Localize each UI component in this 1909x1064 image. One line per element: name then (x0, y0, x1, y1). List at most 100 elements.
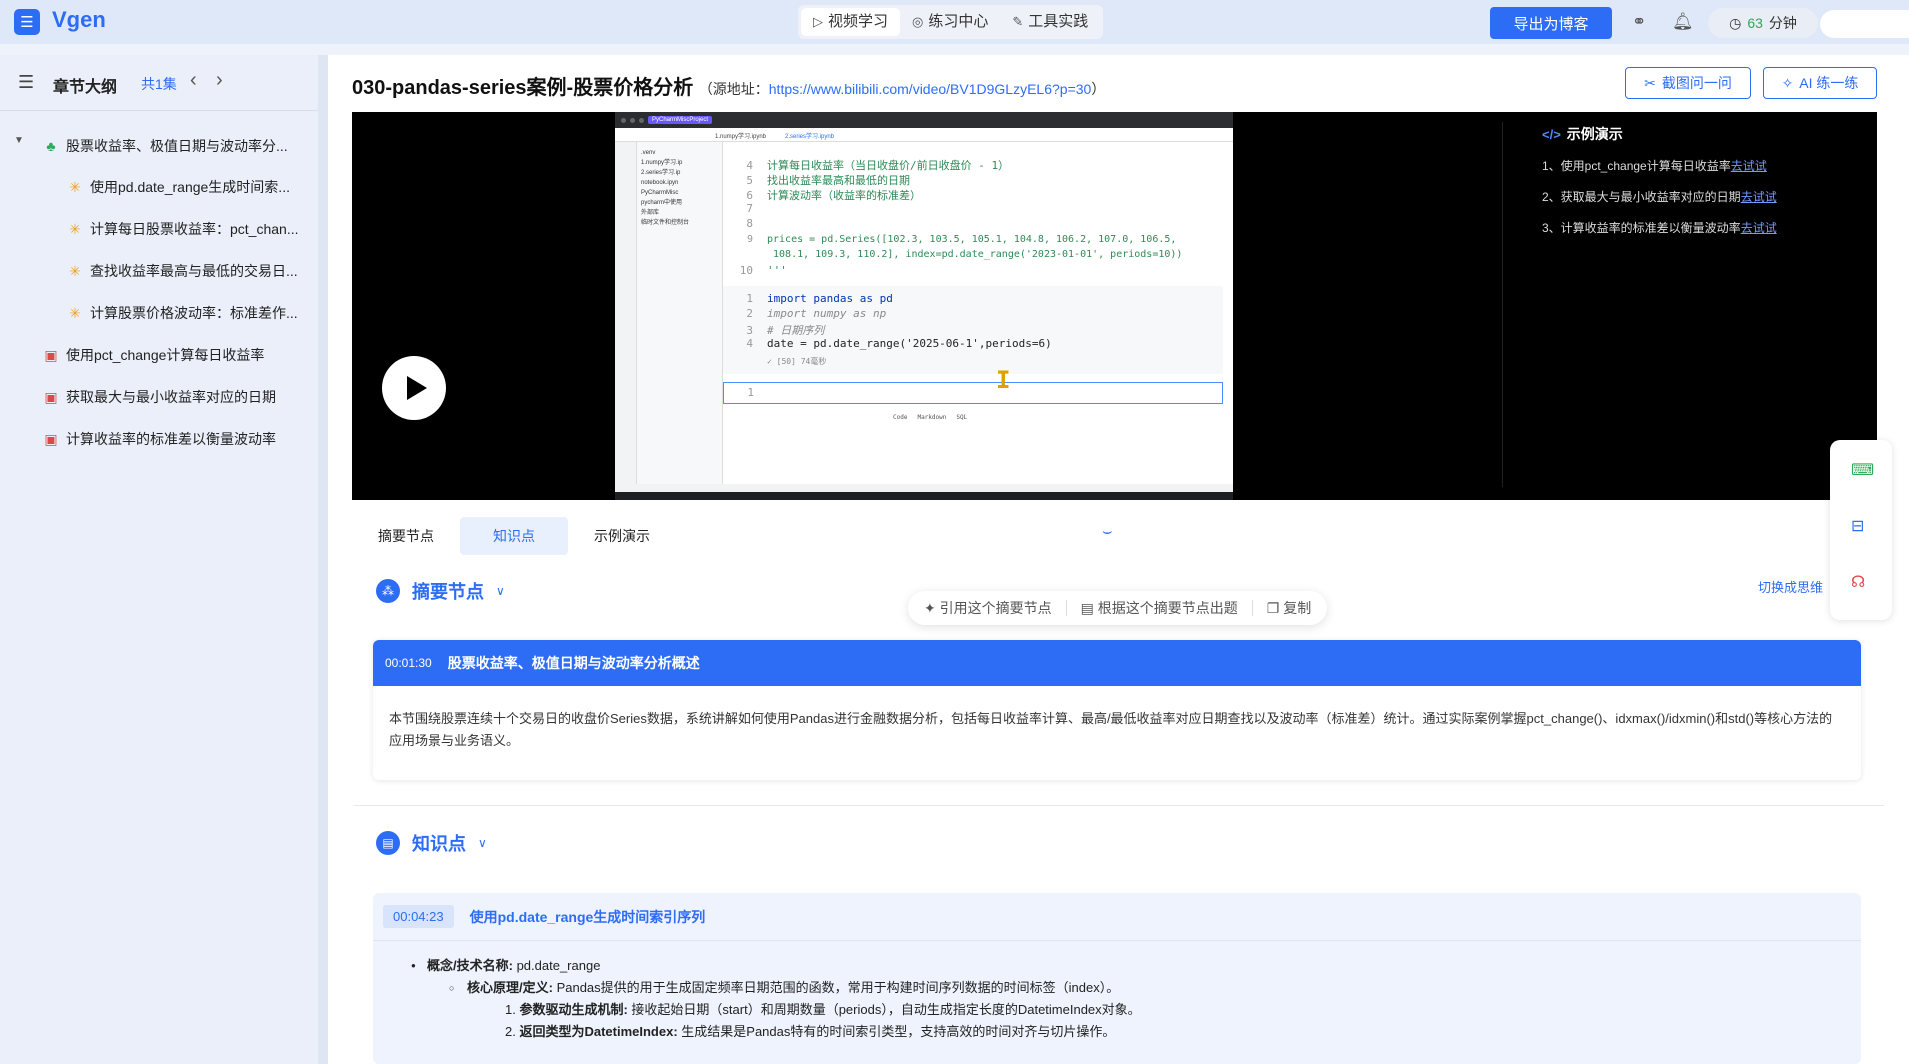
content-tabs: 摘要节点 知识点 示例演示 (352, 517, 676, 555)
knowledge-heading: 使用pd.date_range生成时间索引序列 (469, 908, 706, 925)
ide-tab: 1.numpy学习.ipynb (715, 134, 767, 140)
headset-icon[interactable]: ☊ (1851, 572, 1865, 592)
sidebar-item-label: 获取最大与最小收益率对应的日期 (66, 389, 276, 405)
action-label: 引用这个摘要节点 (939, 600, 1052, 616)
tree-node: pycharm中使用 (641, 200, 683, 206)
timestamp[interactable]: 00:01:30 (385, 656, 432, 670)
item-label: 概念/技术名称: (427, 958, 513, 973)
chevron-right-icon[interactable]: › (216, 69, 223, 92)
edit-icon: ▤ (1080, 600, 1098, 616)
ide-toolbar (615, 142, 637, 492)
line-number: 2 (746, 307, 753, 320)
try-link[interactable]: 去试试 (1741, 221, 1777, 235)
export-blog-button[interactable]: 导出为博客 (1490, 7, 1612, 39)
button-label: 截图问一问 (1661, 75, 1732, 91)
caret-down-icon[interactable]: ▼ (14, 135, 24, 146)
tab-knowledge[interactable]: 知识点 (460, 517, 568, 555)
toolbox-icon[interactable]: ⊟ (1851, 516, 1864, 536)
study-timer[interactable]: ◷ 63 分钟 (1708, 8, 1818, 38)
try-link[interactable]: 去试试 (1731, 159, 1767, 173)
bell-icon[interactable]: 🔔︎ (1672, 12, 1694, 32)
knowledge-body: 概念/技术名称: pd.date_range 核心原理/定义: Pandas提供… (373, 941, 1861, 1043)
demo-item-text: 2、获取最大与最小收益率对应的日期 (1542, 190, 1741, 204)
screenshot-ask-button[interactable]: ✂ 截图问一问 (1625, 67, 1751, 99)
add-code-cell[interactable]: Code (893, 414, 907, 421)
clock-icon: ◷ (1729, 14, 1742, 31)
main-nav: ▷ 视频学习 ◎ 练习中心 ✎ 工具实践 (798, 5, 1104, 39)
tree-node: 1.numpy学习.ip (641, 160, 683, 166)
ai-practice-button[interactable]: ✧ AI 练一练 (1763, 67, 1877, 99)
sparkle-icon: ✦ (924, 600, 940, 616)
outline-menu-icon[interactable]: ☰ (18, 72, 34, 93)
user-avatar[interactable] (1820, 10, 1909, 38)
ide-body: .venv 1.numpy学习.ip 2.series学习.ip noteboo… (615, 142, 1233, 492)
tree-node: 外部库 (641, 210, 660, 216)
cluster-icon: ⁂ (376, 579, 400, 603)
code-line: 4 计算每日收益率（当日收盘价/前日收盘价 - 1） (723, 157, 1009, 173)
sidebar-item-label: 计算收益率的标准差以衡量波动率 (66, 431, 276, 447)
video-title: 030-pandas-series案例-股票价格分析 (352, 77, 694, 99)
tab-label: 工具实践 (1028, 13, 1089, 30)
tab-summary[interactable]: 摘要节点 (352, 517, 460, 555)
sidebar-item-label: 查找收益率最高与最低的交易日... (90, 263, 298, 279)
sidebar-item-sub[interactable]: ✳ 计算股票价格波动率：标准差作... (66, 296, 298, 330)
share-icon[interactable]: ⚭ (1632, 12, 1646, 32)
code-line: 7 (723, 202, 767, 218)
line-number: 7 (746, 202, 753, 215)
top-bar: ☰ Vgen ▷ 视频学习 ◎ 练习中心 ✎ 工具实践 导出为博客 ⚭ 🔔︎ ◷… (0, 0, 1909, 44)
source-suffix: ） (1091, 81, 1106, 97)
node-icon: ✳ (69, 262, 81, 279)
try-link[interactable]: 去试试 (1741, 190, 1777, 204)
code-line: 6 计算波动率（收益率的标准差） (723, 187, 921, 203)
code-cell[interactable]: 1 import pandas as pd 2 import numpy as np… (723, 286, 1223, 374)
sidebar-item-demo[interactable]: ▣ 获取最大与最小收益率对应的日期 (42, 380, 276, 414)
app-logo[interactable]: Vgen (52, 7, 106, 33)
floating-tools-panel: ⌨ ⊟ ☊ (1830, 440, 1892, 620)
line-number: 9 (746, 234, 753, 245)
tab-demo[interactable]: 示例演示 (568, 517, 676, 555)
add-markdown-cell[interactable]: Markdown (917, 414, 946, 421)
knowledge-section-header[interactable]: ▤ 知识点 ∨ (376, 830, 487, 856)
window-dot (639, 117, 644, 123)
sidebar-item-sub[interactable]: ✳ 计算每日股票收益率：pct_chan... (66, 212, 298, 246)
play-button[interactable] (382, 356, 446, 420)
chevron-left-icon[interactable]: ‹ (190, 69, 197, 92)
summary-card-header[interactable]: 00:01:30 股票收益率、极值日期与波动率分析概述 (373, 640, 1861, 686)
demo-item: 1、使用pct_change计算每日收益率去试试 (1542, 157, 1767, 174)
item-value: 生成结果是Pandas特有的时间索引类型，支持高效的时间对齐与切片操作。 (677, 1024, 1116, 1039)
line-number: 4 (746, 159, 753, 172)
code-line: 2 import numpy as np (723, 307, 886, 323)
switch-mindmap-button[interactable]: 切换成思维 (1758, 577, 1823, 596)
tab-tool-practice[interactable]: ✎ 工具实践 (1000, 8, 1100, 36)
sidebar-item-demo[interactable]: ▣ 使用pct_change计算每日收益率 (42, 338, 264, 372)
summary-card: 00:01:30 股票收益率、极值日期与波动率分析概述 本节围绕股票连续十个交易… (373, 640, 1861, 780)
code-line: 3 # 日期序列 (723, 322, 824, 338)
list-icon[interactable]: ☰ (14, 9, 40, 35)
timestamp[interactable]: 00:04:23 (383, 905, 454, 928)
add-sql-cell[interactable]: SQL (956, 414, 967, 421)
video-player[interactable]: PyCharmMiscProject 1.numpy学习.ipynb 2.ser… (352, 112, 1877, 500)
tab-practice-center[interactable]: ◎ 练习中心 (900, 8, 1000, 36)
empty-cell[interactable]: 1 (723, 382, 1223, 404)
sidebar-item-overview[interactable]: ♣ 股票收益率、极值日期与波动率分... (42, 129, 287, 163)
action-label: 根据这个摘要节点出题 (1097, 600, 1238, 616)
quote-action[interactable]: ✦ 引用这个摘要节点 (924, 598, 1052, 618)
sidebar-item-demo[interactable]: ▣ 计算收益率的标准差以衡量波动率 (42, 422, 276, 456)
summary-section-header[interactable]: ⁂ 摘要节点 ∨ (376, 578, 505, 604)
tab-video-learning[interactable]: ▷ 视频学习 (801, 8, 901, 36)
source-link[interactable]: https://www.bilibili.com/video/BV1D9GLzy… (769, 81, 1092, 97)
chat-icon[interactable]: ⌨ (1851, 460, 1874, 480)
sidebar-item-sub[interactable]: ✳ 查找收益率最高与最低的交易日... (66, 254, 298, 288)
tab-label: 视频学习 (828, 13, 889, 30)
collapse-eye-icon[interactable]: ⌣ (1102, 523, 1113, 541)
hierarchy-icon: ♣ (46, 138, 56, 154)
chevron-down-icon: ∨ (496, 584, 505, 598)
line-number: 8 (746, 217, 753, 230)
sidebar-item-sub[interactable]: ✳ 使用pd.date_range生成时间索... (66, 170, 290, 204)
knowledge-card: 00:04:23 使用pd.date_range生成时间索引序列 概念/技术名称… (373, 893, 1861, 1064)
sidebar-scrollbar[interactable] (318, 55, 328, 1064)
line-number: 5 (746, 174, 753, 187)
code-text: ''' (767, 264, 787, 277)
copy-action[interactable]: ❐ 复制 (1267, 598, 1311, 618)
generate-question-action[interactable]: ▤ 根据这个摘要节点出题 (1081, 598, 1238, 618)
